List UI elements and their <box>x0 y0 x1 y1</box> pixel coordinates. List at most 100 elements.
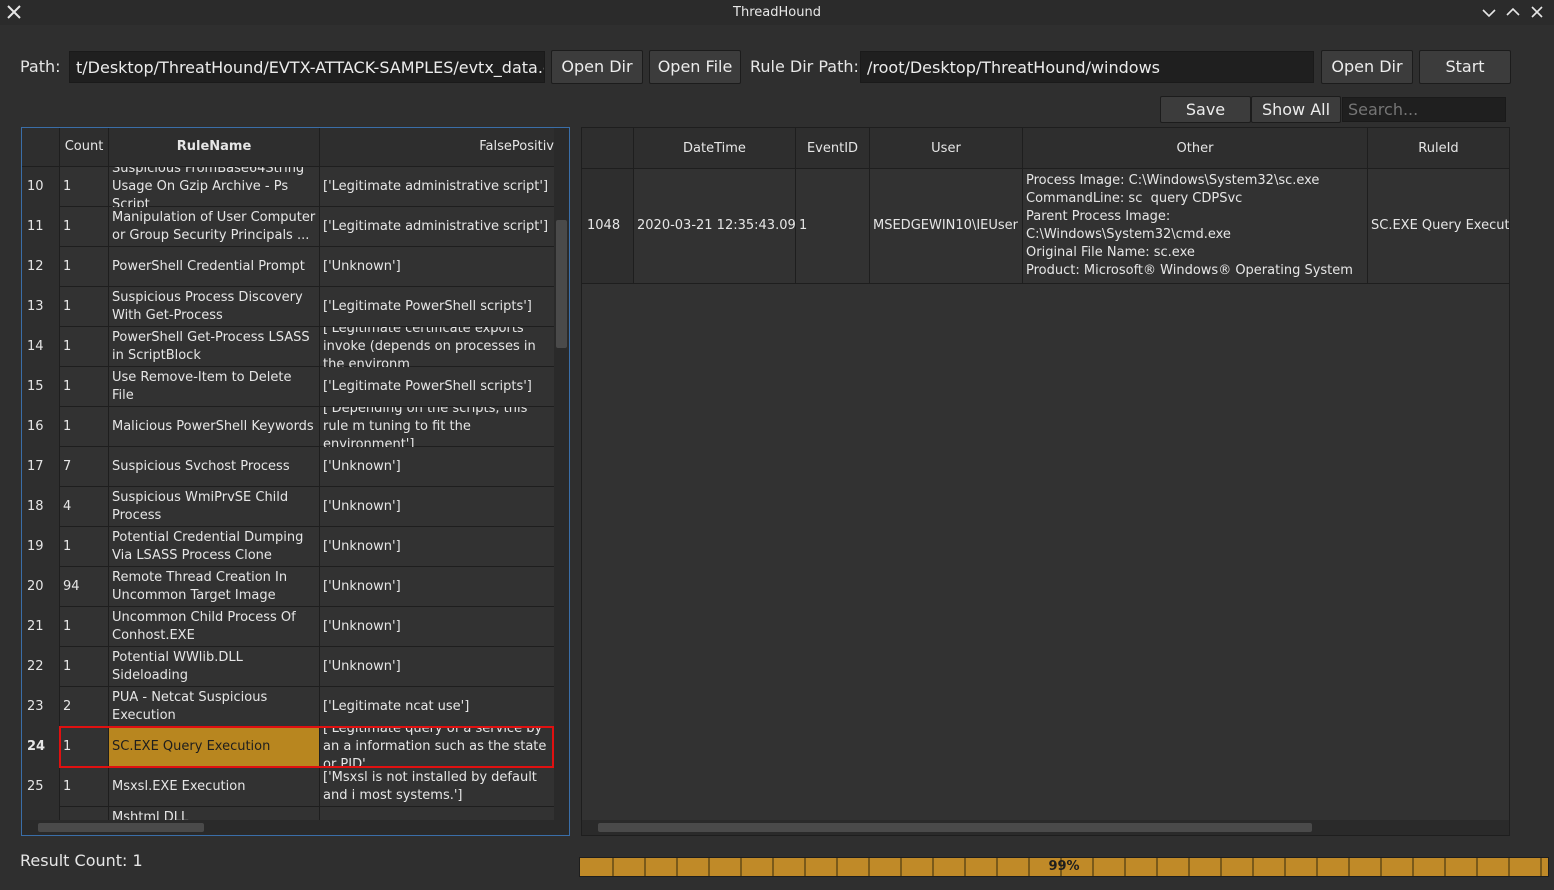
header-user[interactable]: User <box>870 128 1023 169</box>
row-falsepositives: ['Msxsl is not installed by default and … <box>323 770 537 803</box>
table-row[interactable]: 11 1 Manipulation of User Computer or Grou… <box>22 207 554 247</box>
row-index: 17 <box>22 447 60 487</box>
event-other-line: Product: Microsoft® Windows® Operating S… <box>1026 263 1353 278</box>
row-index: 10 <box>22 167 60 207</box>
row-count: 1 <box>60 647 109 687</box>
row-index: 22 <box>22 647 60 687</box>
header-eventid[interactable]: EventID <box>796 128 870 169</box>
row-rulename: Uncommon Child Process Of Conhost.EXE <box>109 607 320 647</box>
open-rule-dir-button[interactable]: Open Dir <box>1321 50 1413 84</box>
row-count: 1 <box>60 207 109 247</box>
corner-cell <box>22 128 60 166</box>
path-input[interactable]: t/Desktop/ThreatHound/EVTX-ATTACK-SAMPLE… <box>69 51 545 83</box>
row-rulename: PUA - Netcat Suspicious Execution <box>109 687 320 727</box>
row-count <box>60 807 109 820</box>
table-row[interactable]: 10 1 Suspicious FromBase64String Usage On … <box>22 167 554 207</box>
close-window-icon[interactable] <box>1527 2 1547 22</box>
table-row[interactable]: 15 1 Use Remove-Item to Delete File ['Legit… <box>22 367 554 407</box>
row-falsepositives: ['Legitimate administrative script'] <box>323 219 549 234</box>
header-rulename[interactable]: RuleName <box>109 128 320 166</box>
header-count[interactable]: Count <box>60 128 109 166</box>
table-row[interactable]: 25 1 Msxsl.EXE Execution ['Msxsl is not ins… <box>22 767 554 807</box>
row-falsepositives: ['Legitimate ncat use'] <box>323 699 470 714</box>
row-index: 13 <box>22 287 60 327</box>
save-button[interactable]: Save <box>1160 96 1251 123</box>
row-falsepositives: ['Legitimate certificate exports invoke … <box>323 327 536 367</box>
path-label: Path: <box>20 57 61 76</box>
close-icon[interactable] <box>4 2 24 22</box>
row-rulename: Suspicious FromBase64String Usage On Gzi… <box>109 167 320 207</box>
event-other: Process Image: C:\Windows\System32\sc.ex… <box>1023 169 1368 283</box>
row-count: 1 <box>60 607 109 647</box>
header-falsepositives[interactable]: FalsePositiv <box>320 128 554 166</box>
row-count: 1 <box>60 407 109 447</box>
row-index: 23 <box>22 687 60 727</box>
table-row[interactable]: 14 1 PowerShell Get-Process LSASS in Scrip… <box>22 327 554 367</box>
row-count: 1 <box>60 287 109 327</box>
header-other[interactable]: Other <box>1023 128 1368 169</box>
table-row[interactable]: 19 1 Potential Credential Dumping Via LSAS… <box>22 527 554 567</box>
event-row[interactable]: 1048 2020-03-21 12:35:43.097 1 MSEDGEWIN… <box>582 169 1509 284</box>
open-file-button[interactable]: Open File <box>649 50 741 84</box>
event-datetime: 2020-03-21 12:35:43.097 <box>634 169 796 283</box>
row-index: 15 <box>22 367 60 407</box>
show-all-button[interactable]: Show All <box>1251 96 1341 123</box>
row-falsepositives: ['Legitimate PowerShell scripts'] <box>323 299 532 314</box>
table-row[interactable]: 23 2 PUA - Netcat Suspicious Execution ['Le… <box>22 687 554 727</box>
row-index: 16 <box>22 407 60 447</box>
row-rulename: Remote Thread Creation In Uncommon Targe… <box>109 567 320 607</box>
rules-table[interactable]: Count RuleName FalsePositiv 10 1 Suspiciou… <box>21 127 570 836</box>
chevron-down-icon[interactable] <box>1479 2 1499 22</box>
row-rulename: Malicious PowerShell Keywords <box>109 407 320 447</box>
row-count: 1 <box>60 527 109 567</box>
event-eventid: 1 <box>796 169 870 283</box>
table-row[interactable]: 13 1 Suspicious Process Discovery With Get… <box>22 287 554 327</box>
table-row[interactable]: 20 94 Remote Thread Creation In Uncommon T… <box>22 567 554 607</box>
row-rulename: Msxsl.EXE Execution <box>109 767 320 807</box>
table-row[interactable]: 26 Mshtml DLL RunHTMLApplication <box>22 807 554 820</box>
row-rulename: Suspicious Process Discovery With Get-Pr… <box>109 287 320 327</box>
rules-vertical-scrollbar[interactable] <box>554 128 569 820</box>
row-count: 1 <box>60 327 109 367</box>
rules-horizontal-scrollbar[interactable] <box>22 820 569 835</box>
row-index: 20 <box>22 567 60 607</box>
event-row-index: 1048 <box>582 169 634 283</box>
events-hscroll-thumb[interactable] <box>598 823 1312 832</box>
table-row[interactable]: 18 4 Suspicious WmiPrvSE Child Process ['Un… <box>22 487 554 527</box>
row-index: 11 <box>22 207 60 247</box>
event-other-line: Original File Name: sc.exe <box>1026 245 1195 260</box>
rules-hscroll-thumb[interactable] <box>38 823 204 832</box>
header-ruleid[interactable]: RuleId <box>1368 128 1509 169</box>
row-index: 26 <box>22 807 60 820</box>
open-dir-button[interactable]: Open Dir <box>551 50 643 84</box>
row-index: 19 <box>22 527 60 567</box>
row-rulename: Suspicious WmiPrvSE Child Process <box>109 487 320 527</box>
event-other-line: Process Image: C:\Windows\System32\sc.ex… <box>1026 173 1320 188</box>
table-row[interactable]: 22 1 Potential WWlib.DLL Sideloading ['Unkn… <box>22 647 554 687</box>
rule-dir-input[interactable]: /root/Desktop/ThreatHound/windows <box>860 51 1314 83</box>
events-horizontal-scrollbar[interactable] <box>582 820 1509 835</box>
event-ruleid: SC.EXE Query Execution <box>1371 218 1509 233</box>
table-row[interactable]: 17 7 Suspicious Svchost Process ['Unknown'] <box>22 447 554 487</box>
row-count: 1 <box>60 167 109 207</box>
table-row[interactable]: 12 1 PowerShell Credential Prompt ['Unknown… <box>22 247 554 287</box>
rule-dir-label: Rule Dir Path: <box>750 57 859 76</box>
row-count: 2 <box>60 687 109 727</box>
table-row[interactable]: 16 1 Malicious PowerShell Keywords ['Depend… <box>22 407 554 447</box>
events-table[interactable]: DateTime EventID User Other RuleId 1048 … <box>581 127 1510 836</box>
table-row[interactable]: 21 1 Uncommon Child Process Of Conhost.EXE… <box>22 607 554 647</box>
row-rulename: Mshtml DLL RunHTMLApplication <box>109 807 320 820</box>
row-falsepositives: ['Unknown'] <box>323 499 401 514</box>
header-datetime[interactable]: DateTime <box>634 128 796 169</box>
row-falsepositives: ['Unknown'] <box>323 579 401 594</box>
start-button[interactable]: Start <box>1419 50 1511 84</box>
search-input[interactable] <box>1342 97 1506 122</box>
row-count: 1 <box>60 767 109 807</box>
row-falsepositives: ['Unknown'] <box>323 539 401 554</box>
table-row[interactable]: 24 1 SC.EXE Query Execution ['Legitimate qu… <box>22 727 554 767</box>
rules-vscroll-thumb[interactable] <box>556 220 567 348</box>
row-index: 18 <box>22 487 60 527</box>
chevron-up-icon[interactable] <box>1503 2 1523 22</box>
rules-table-body: 10 1 Suspicious FromBase64String Usage On … <box>22 167 554 820</box>
window-title: ThreadHound <box>733 5 821 20</box>
